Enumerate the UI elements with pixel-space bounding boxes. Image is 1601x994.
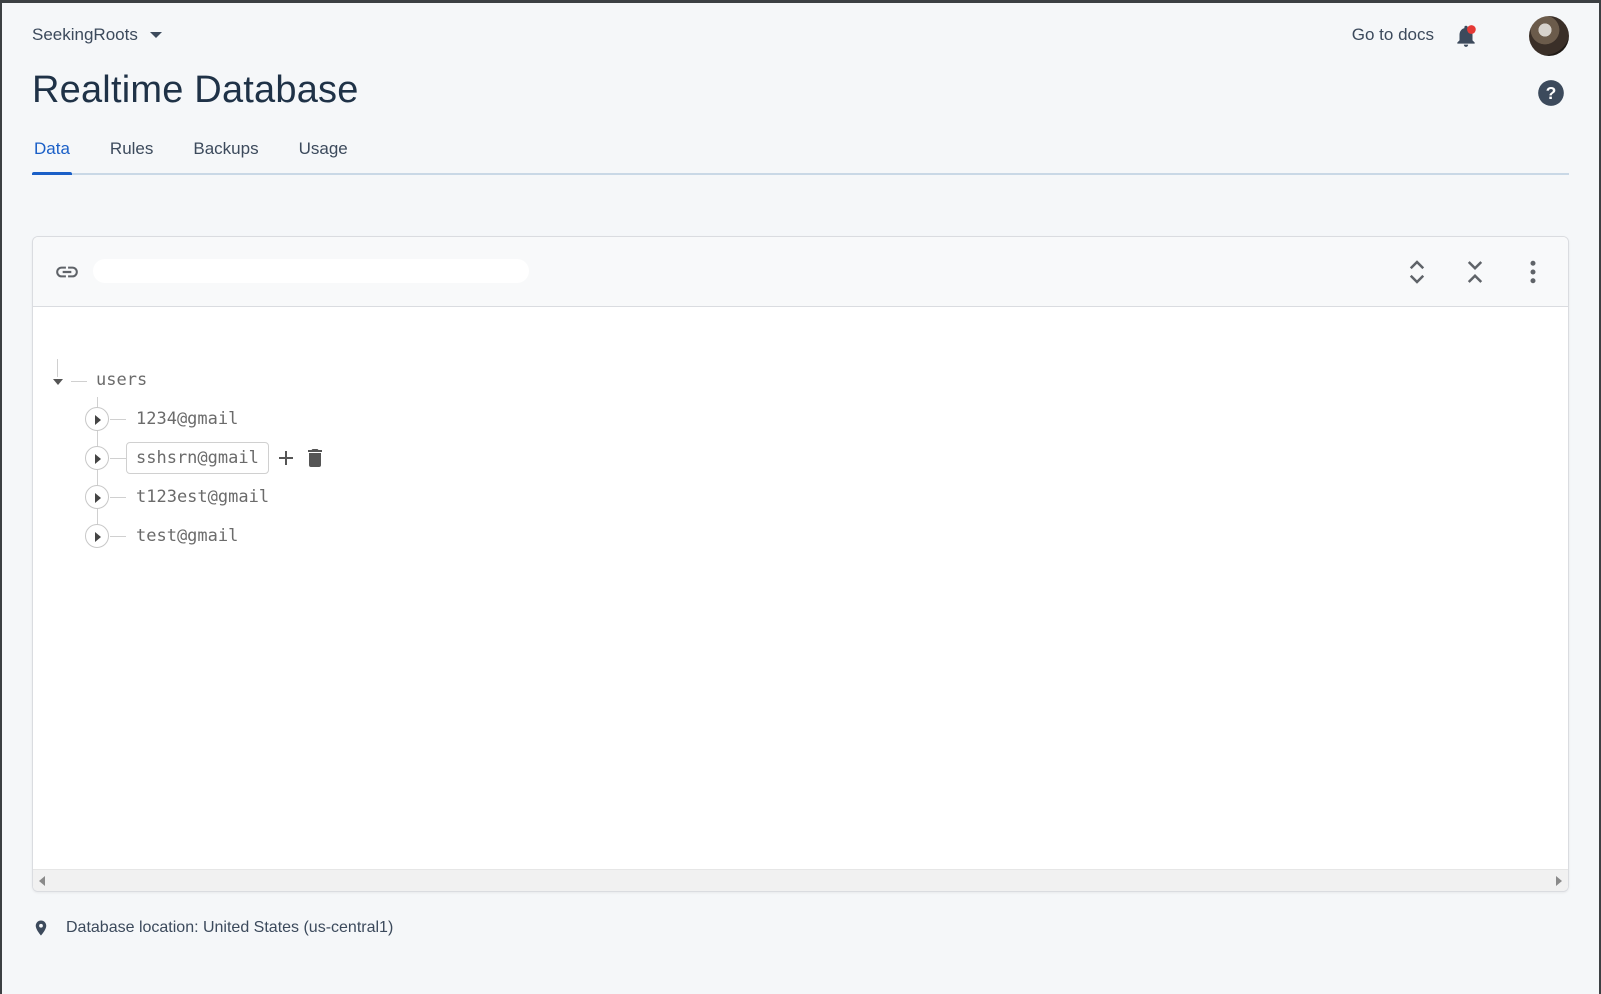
delete-icon[interactable]	[303, 446, 327, 470]
footer: Database location: United States (us-cen…	[32, 917, 393, 939]
database-location-text: Database location: United States (us-cen…	[66, 919, 394, 936]
location-pin-icon	[35, 920, 47, 936]
svg-text:?: ?	[1546, 83, 1557, 103]
project-name: SeekingRoots	[32, 25, 138, 44]
collapse-all-icon[interactable]	[1460, 257, 1490, 287]
database-url-field[interactable]	[93, 259, 529, 283]
tree-connector	[71, 381, 87, 382]
chevron-down-icon	[149, 32, 162, 38]
tree-key[interactable]: 1234@gmail	[136, 409, 238, 429]
link-icon	[56, 266, 78, 278]
project-selector[interactable]: SeekingRoots	[32, 25, 162, 45]
expand-node-button[interactable]	[85, 524, 109, 548]
scroll-left-icon[interactable]	[39, 876, 45, 886]
expand-node-button[interactable]	[85, 485, 109, 509]
add-icon[interactable]	[274, 446, 298, 470]
go-to-docs-link[interactable]: Go to docs	[1352, 25, 1434, 45]
tree-connector	[110, 536, 126, 537]
expand-node-button[interactable]	[85, 446, 109, 470]
data-tree: users 1234@gmail sshsrn@gmail t123est@gm…	[33, 307, 1568, 870]
page-title: Realtime Database	[32, 69, 359, 111]
tree-key-root[interactable]: users	[96, 370, 147, 390]
top-bar: SeekingRoots Go to docs	[2, 3, 1599, 63]
expand-node-button[interactable]	[85, 407, 109, 431]
panel-header	[33, 237, 1568, 307]
scroll-right-icon[interactable]	[1556, 876, 1562, 886]
tree-connector	[110, 497, 126, 498]
avatar[interactable]	[1529, 16, 1569, 56]
more-vert-icon[interactable]	[1518, 257, 1548, 287]
bell-icon[interactable]	[1453, 23, 1479, 49]
tree-key[interactable]: test@gmail	[136, 526, 238, 546]
tab-bar: Data Rules Backups Usage	[32, 127, 1569, 175]
notification-dot	[1467, 25, 1476, 34]
database-panel: users 1234@gmail sshsrn@gmail t123est@gm…	[32, 236, 1569, 892]
tree-connector	[110, 458, 126, 459]
expand-all-icon[interactable]	[1402, 257, 1432, 287]
tree-key[interactable]: sshsrn@gmail	[126, 442, 269, 474]
tab-data[interactable]: Data	[32, 139, 72, 175]
help-icon[interactable]: ?	[1537, 79, 1565, 107]
tab-usage[interactable]: Usage	[297, 139, 350, 173]
tree-connector	[110, 419, 126, 420]
collapse-caret-icon[interactable]	[53, 379, 63, 385]
tree-key[interactable]: t123est@gmail	[136, 487, 269, 507]
tree-connector	[57, 359, 58, 377]
horizontal-scrollbar[interactable]	[33, 869, 1568, 891]
tab-rules[interactable]: Rules	[108, 139, 155, 173]
tab-backups[interactable]: Backups	[191, 139, 260, 173]
